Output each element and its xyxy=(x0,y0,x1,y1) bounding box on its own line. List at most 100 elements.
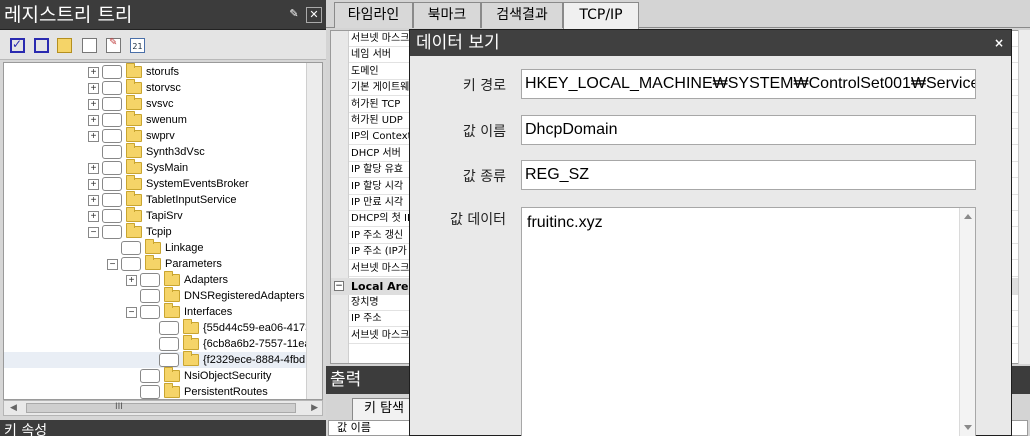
tree-node-checkbox[interactable] xyxy=(159,337,179,351)
tab-bookmark[interactable]: 북마크 xyxy=(413,2,481,28)
tree-node-checkbox[interactable] xyxy=(102,145,122,159)
tab-tcpip[interactable]: TCP/IP xyxy=(563,2,639,29)
tree-node-label: PersistentRoutes xyxy=(184,386,268,398)
output-title-text: 출력 xyxy=(330,370,362,390)
tab-search-results[interactable]: 검색결과 xyxy=(481,2,563,28)
tree-node-checkbox[interactable] xyxy=(159,321,179,335)
key-properties-title: 키 속성 xyxy=(0,420,326,436)
expand-icon[interactable]: + xyxy=(88,83,99,94)
tree-node[interactable]: + TabletInputService xyxy=(4,191,306,208)
tree-node[interactable]: NsiObjectSecurity xyxy=(4,367,306,384)
close-icon[interactable]: ✕ xyxy=(306,7,322,23)
collapse-icon[interactable]: − xyxy=(107,259,118,270)
property-grid-gutter xyxy=(331,31,349,363)
expand-icon[interactable]: + xyxy=(88,99,99,110)
expand-icon[interactable]: + xyxy=(88,131,99,142)
folder-icon xyxy=(145,255,161,270)
dialog-title-bar[interactable]: 데이터 보기 xyxy=(410,30,1011,56)
folder-icon xyxy=(126,207,142,222)
tree-node[interactable]: {55d44c59-ea06-4173 xyxy=(4,319,311,336)
tree-node-checkbox[interactable] xyxy=(140,385,160,399)
tree-node[interactable]: {f2329ece-8884-4fbd xyxy=(4,351,306,368)
tree-node-checkbox[interactable] xyxy=(102,97,122,111)
registry-tree[interactable]: + storufs + storvsc + svsvc + swenum + swprv Synth… xyxy=(3,62,323,400)
value-name-field[interactable]: DhcpDomain xyxy=(521,115,976,145)
value-data-field[interactable]: fruitinc.xyz xyxy=(521,207,976,436)
tree-node[interactable]: + SystemEventsBroker xyxy=(4,175,306,192)
tree-node[interactable]: + swenum xyxy=(4,111,306,128)
tree-node-checkbox[interactable] xyxy=(140,273,160,287)
tree-node[interactable]: + storvsc xyxy=(4,79,306,96)
folder-open-icon[interactable] xyxy=(57,38,72,53)
key-path-field[interactable]: HKEY_LOCAL_MACHINE₩SYSTEM₩ControlSet001₩… xyxy=(521,69,976,99)
check-all-icon[interactable]: ✓ xyxy=(10,37,25,53)
expand-icon[interactable]: + xyxy=(126,275,137,286)
tree-hscroll-thumb[interactable]: III xyxy=(26,402,296,413)
tree-node[interactable]: + svsvc xyxy=(4,95,306,112)
value-data-scrollbar[interactable] xyxy=(959,208,975,436)
expand-icon[interactable]: + xyxy=(88,115,99,126)
tree-node-checkbox[interactable] xyxy=(121,241,141,255)
expand-icon[interactable]: + xyxy=(88,211,99,222)
scroll-up-icon[interactable] xyxy=(964,214,972,219)
tree-node-checkbox[interactable] xyxy=(102,65,122,79)
collapse-icon[interactable]: − xyxy=(88,227,99,238)
expand-icon[interactable]: + xyxy=(88,179,99,190)
tree-node-checkbox[interactable] xyxy=(140,305,160,319)
tree-node[interactable]: + storufs xyxy=(4,63,306,80)
tree-node-label: TapiSrv xyxy=(146,210,183,222)
tree-node-checkbox[interactable] xyxy=(121,257,141,271)
tree-node[interactable]: + TapiSrv xyxy=(4,207,306,224)
tab-timeline[interactable]: 타임라인 xyxy=(334,2,413,28)
tree-node-label: svsvc xyxy=(146,98,174,110)
tree-horizontal-scrollbar[interactable]: ◀ III ▶ xyxy=(3,400,323,416)
collapse-icon[interactable]: − xyxy=(126,307,137,318)
tree-node-checkbox[interactable] xyxy=(102,193,122,207)
tree-node[interactable]: Synth3dVsc xyxy=(4,143,306,160)
tree-node[interactable]: + Adapters xyxy=(4,271,306,288)
expand-icon[interactable]: + xyxy=(88,195,99,206)
tree-node-checkbox[interactable] xyxy=(102,209,122,223)
dialog-close-button[interactable]: × xyxy=(991,35,1007,51)
tree-node-checkbox[interactable] xyxy=(102,113,122,127)
tree-node-checkbox[interactable] xyxy=(140,369,160,383)
folder-icon xyxy=(164,287,180,302)
tree-node[interactable]: + SysMain xyxy=(4,159,306,176)
tree-node[interactable]: − Interfaces xyxy=(4,303,306,320)
calendar-icon[interactable]: 21 xyxy=(130,38,145,53)
tree-node-checkbox[interactable] xyxy=(140,289,160,303)
tree-node-checkbox[interactable] xyxy=(102,177,122,191)
property-grid-scrollbar[interactable] xyxy=(1018,30,1030,364)
collapse-icon[interactable]: − xyxy=(334,281,344,291)
tree-node-label: storvsc xyxy=(146,82,181,94)
tab-key-explore[interactable]: 키 탐색 xyxy=(352,398,416,420)
copy-icon[interactable] xyxy=(82,38,97,53)
tree-node-checkbox[interactable] xyxy=(159,353,179,367)
tree-node[interactable]: − Tcpip xyxy=(4,223,306,240)
expand-icon[interactable]: + xyxy=(88,67,99,78)
tree-node-label: {55d44c59-ea06-4173 xyxy=(203,322,312,334)
tree-node[interactable]: {6cb8a6b2-7557-11ea xyxy=(4,335,310,352)
tree-node-checkbox[interactable] xyxy=(102,161,122,175)
value-type-field[interactable]: REG_SZ xyxy=(521,160,976,190)
scroll-down-icon[interactable] xyxy=(964,425,972,430)
tree-node-checkbox[interactable] xyxy=(102,225,122,239)
tree-node-label: {f2329ece-8884-4fbd xyxy=(203,354,306,366)
tree-node-checkbox[interactable] xyxy=(102,129,122,143)
tree-node[interactable]: + swprv xyxy=(4,127,306,144)
tree-node[interactable]: Linkage xyxy=(4,239,306,256)
tree-node-label: swenum xyxy=(146,114,187,126)
checklist-icon[interactable]: ✎ xyxy=(106,37,121,53)
registry-tree-panel: 레지스트리 트리 ✎ ✕ ✓ ✎ 21 + storufs + storvsc + svs… xyxy=(0,0,326,436)
pin-icon[interactable]: ✎ xyxy=(286,7,302,23)
expand-icon[interactable]: + xyxy=(88,163,99,174)
uncheck-all-icon[interactable] xyxy=(34,38,49,53)
tree-node[interactable]: PersistentRoutes xyxy=(4,383,306,399)
tree-node[interactable]: DNSRegisteredAdapters xyxy=(4,287,306,304)
tree-node-checkbox[interactable] xyxy=(102,81,122,95)
tree-node[interactable]: − Parameters xyxy=(4,255,306,272)
tree-node-label: Parameters xyxy=(165,258,222,270)
tab-bookmark-label: 북마크 xyxy=(427,7,467,23)
tree-vertical-scrollbar[interactable] xyxy=(306,63,322,399)
key-properties-title-text: 키 속성 xyxy=(4,423,48,436)
